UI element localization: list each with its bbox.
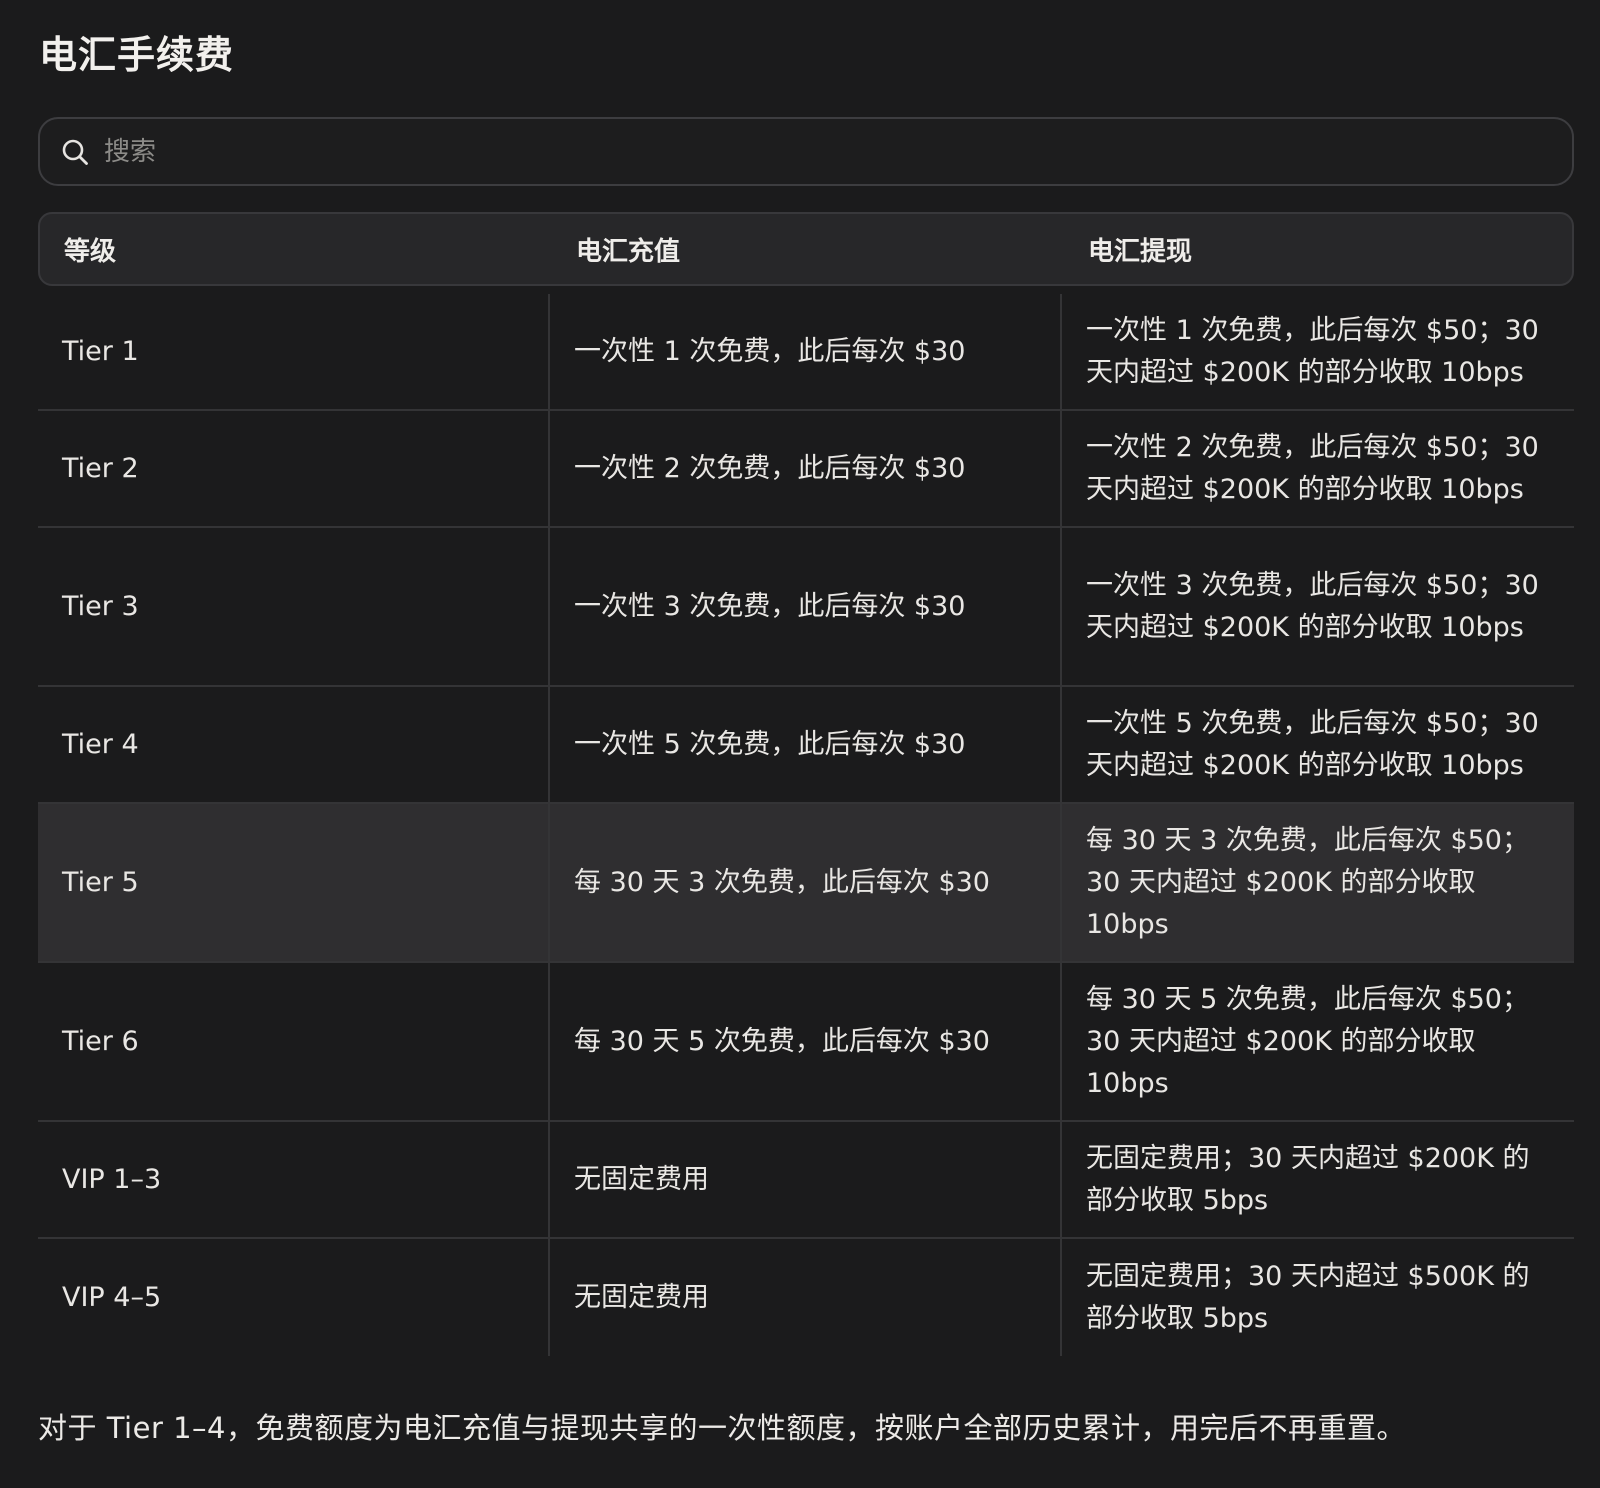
- table-row: Tier 1 一次性 1 次免费，此后每次 $30 一次性 1 次免费，此后每次…: [38, 294, 1574, 411]
- deposit-fee-cell: 每 30 天 3 次免费，此后每次 $30: [550, 804, 1062, 961]
- withdraw-fee-cell: 一次性 3 次免费，此后每次 $50；30 天内超过 $200K 的部分收取 1…: [1086, 569, 1539, 643]
- withdraw-fee-cell: 一次性 5 次免费，此后每次 $50；30 天内超过 $200K 的部分收取 1…: [1086, 707, 1539, 781]
- deposit-fee-cell: 无固定费用: [550, 1239, 1062, 1356]
- withdraw-fee-cell: 一次性 1 次免费，此后每次 $50；30 天内超过 $200K 的部分收取 1…: [1086, 314, 1539, 388]
- withdraw-fee-cell: 无固定费用；30 天内超过 $500K 的部分收取 5bps: [1086, 1260, 1530, 1334]
- withdraw-fee-cell: 每 30 天 3 次免费，此后每次 $50；30 天内超过 $200K 的部分收…: [1086, 824, 1529, 940]
- table-row: Tier 2 一次性 2 次免费，此后每次 $30 一次性 2 次免费，此后每次…: [38, 411, 1574, 528]
- deposit-fee-cell: 一次性 5 次免费，此后每次 $30: [550, 687, 1062, 802]
- deposit-fee-cell: 一次性 1 次免费，此后每次 $30: [550, 294, 1062, 409]
- deposit-fee-cell: 一次性 2 次免费，此后每次 $30: [550, 411, 1062, 526]
- footnote: 对于 Tier 1–4，免费额度为电汇充值与提现共享的一次性额度，按账户全部历史…: [38, 1411, 1406, 1445]
- tier-cell: VIP 1–3: [38, 1122, 550, 1237]
- page: 电汇手续费 等级 电汇充值 电汇提现 Tier 1 一次性 1 次免费，此后每次…: [0, 0, 1600, 1488]
- column-header-withdraw: 电汇提现: [1088, 236, 1193, 267]
- deposit-fee-cell: 一次性 3 次免费，此后每次 $30: [550, 528, 1062, 685]
- table-header: 等级 电汇充值 电汇提现: [38, 212, 1574, 286]
- column-header-deposit: 电汇充值: [576, 236, 681, 267]
- search-input[interactable]: [104, 136, 1504, 167]
- search-icon: [60, 137, 90, 167]
- column-header-tier: 等级: [64, 236, 117, 267]
- tier-cell: Tier 4: [38, 687, 550, 802]
- tier-cell: Tier 3: [38, 528, 550, 685]
- tier-cell: Tier 6: [38, 963, 550, 1120]
- tier-cell: VIP 4–5: [38, 1239, 550, 1356]
- table-row: Tier 6 每 30 天 5 次免费，此后每次 $30 每 30 天 5 次免…: [38, 963, 1574, 1122]
- table-row: VIP 1–3 无固定费用 无固定费用；30 天内超过 $200K 的部分收取 …: [38, 1122, 1574, 1239]
- table-body: Tier 1 一次性 1 次免费，此后每次 $30 一次性 1 次免费，此后每次…: [38, 294, 1574, 1356]
- search-bar[interactable]: [38, 117, 1574, 186]
- fee-table: 等级 电汇充值 电汇提现 Tier 1 一次性 1 次免费，此后每次 $30 一…: [38, 212, 1574, 1356]
- table-row: Tier 3 一次性 3 次免费，此后每次 $30 一次性 3 次免费，此后每次…: [38, 528, 1574, 687]
- withdraw-fee-cell: 一次性 2 次免费，此后每次 $50；30 天内超过 $200K 的部分收取 1…: [1086, 431, 1539, 505]
- tier-cell: Tier 1: [38, 294, 550, 409]
- withdraw-fee-cell: 每 30 天 5 次免费，此后每次 $50；30 天内超过 $200K 的部分收…: [1086, 983, 1529, 1099]
- tier-cell: Tier 5: [38, 804, 550, 961]
- page-title: 电汇手续费: [39, 33, 235, 77]
- deposit-fee-cell: 无固定费用: [550, 1122, 1062, 1237]
- table-row: Tier 4 一次性 5 次免费，此后每次 $30 一次性 5 次免费，此后每次…: [38, 687, 1574, 804]
- tier-cell: Tier 2: [38, 411, 550, 526]
- table-row-highlighted: Tier 5 每 30 天 3 次免费，此后每次 $30 每 30 天 3 次免…: [38, 804, 1574, 963]
- withdraw-fee-cell: 无固定费用；30 天内超过 $200K 的部分收取 5bps: [1086, 1142, 1530, 1216]
- table-row: VIP 4–5 无固定费用 无固定费用；30 天内超过 $500K 的部分收取 …: [38, 1239, 1574, 1356]
- deposit-fee-cell: 每 30 天 5 次免费，此后每次 $30: [550, 963, 1062, 1120]
